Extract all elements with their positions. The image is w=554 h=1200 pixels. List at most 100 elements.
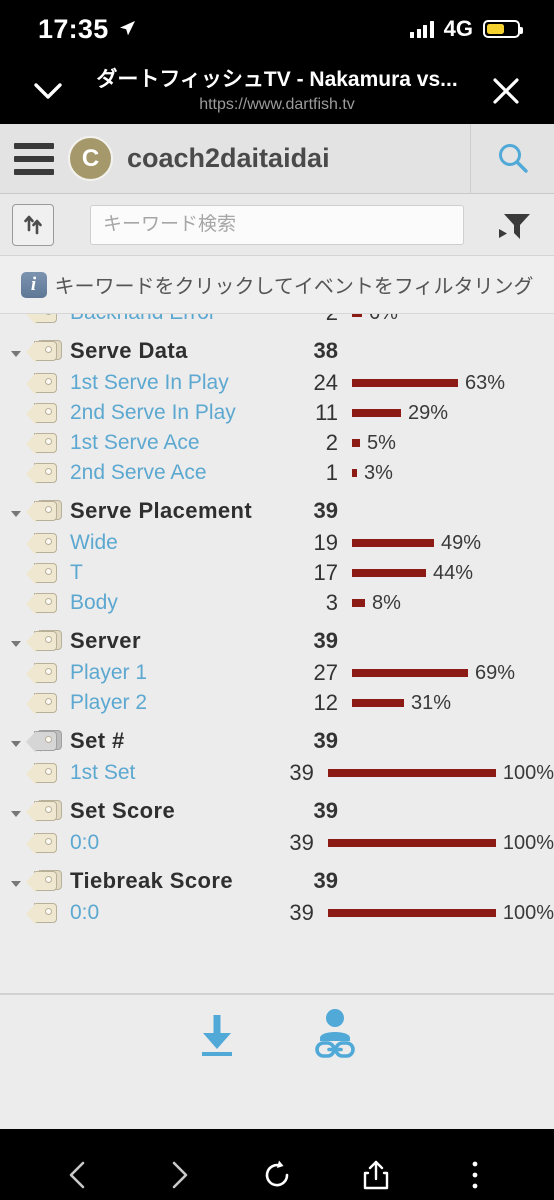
stat-item-row[interactable]: T 17 44%	[0, 558, 554, 588]
item-label[interactable]: 0:0	[70, 901, 248, 925]
stat-item-row[interactable]: 2nd Serve Ace 1 3%	[0, 458, 554, 488]
search-icon[interactable]	[470, 123, 554, 194]
stat-group-row[interactable]: Server 39	[0, 624, 554, 658]
tag-icon	[26, 761, 62, 785]
tag-icon	[26, 431, 62, 455]
bar-cell: 49%	[352, 532, 554, 555]
item-label[interactable]: Player 1	[70, 661, 272, 685]
group-label: Set Score	[70, 798, 176, 823]
tag-icon	[26, 314, 62, 325]
clock-label: 17:35	[38, 13, 109, 44]
item-label[interactable]: 2nd Serve In Play	[70, 401, 272, 425]
tag-icon	[26, 339, 62, 363]
filter-funnel-icon[interactable]	[488, 203, 542, 247]
stat-item-row[interactable]: 0:0 39 100%	[0, 898, 554, 928]
item-label[interactable]: 1st Serve In Play	[70, 371, 272, 395]
item-count: 39	[289, 830, 314, 855]
stat-group-row[interactable]: Serve Placement 39	[0, 494, 554, 528]
chevron-down-icon[interactable]	[26, 69, 70, 113]
stat-item-row[interactable]: Player 1 27 69%	[0, 658, 554, 688]
group-label: Tiebreak Score	[70, 868, 233, 893]
group-count: 38	[313, 338, 338, 363]
share-icon[interactable]	[326, 1147, 425, 1200]
app-bar: C coach2daitaidai	[0, 123, 554, 194]
stat-group-row[interactable]: Serve Data 38	[0, 334, 554, 368]
bar-cell: 3%	[352, 462, 554, 485]
chevron-right-icon[interactable]	[129, 1147, 228, 1200]
stat-item-row[interactable]: 1st Serve Ace 2 5%	[0, 428, 554, 458]
stat-group-row[interactable]: Tiebreak Score 39	[0, 864, 554, 898]
stat-item-row[interactable]: 1st Set 39 100%	[0, 758, 554, 788]
item-label[interactable]: Player 2	[70, 691, 272, 715]
bar-cell: 100%	[327, 901, 554, 925]
tag-icon	[26, 691, 62, 715]
stats-scroll-area[interactable]: Backhand Error26% Serve Data38 1st Serve I…	[0, 314, 554, 994]
item-count: 19	[313, 530, 338, 555]
item-label[interactable]: Wide	[70, 531, 272, 555]
item-label[interactable]: 2nd Serve Ace	[70, 461, 272, 485]
percent-bar	[352, 699, 404, 707]
percent-bar	[352, 409, 401, 417]
cellular-signal-icon	[410, 20, 434, 38]
stat-item-row[interactable]: Backhand Error2 6%	[0, 314, 554, 328]
avatar[interactable]: C	[68, 136, 113, 181]
item-label[interactable]: Body	[70, 591, 272, 615]
item-label[interactable]: 1st Serve Ace	[70, 431, 272, 455]
page-bottom-toolbar	[0, 994, 554, 1079]
bar-cell: 8%	[352, 592, 554, 615]
tag-icon	[26, 531, 62, 555]
search-input-wrapper[interactable]	[90, 204, 464, 245]
filter-bar	[0, 194, 554, 256]
percent-label: 44%	[433, 561, 474, 584]
close-icon[interactable]	[484, 69, 528, 113]
percent-bar	[352, 379, 458, 387]
hamburger-menu-icon[interactable]	[0, 142, 64, 175]
item-label[interactable]: 0:0	[70, 831, 248, 855]
percent-label: 5%	[367, 431, 396, 454]
tag-icon	[26, 401, 62, 425]
stat-item-row[interactable]: Body 3 8%	[0, 588, 554, 618]
item-label[interactable]: 1st Set	[70, 761, 248, 785]
group-count: 39	[313, 798, 338, 823]
stat-item-row[interactable]: Player 2 12 31%	[0, 688, 554, 718]
percent-label: 100%	[502, 901, 554, 924]
item-label[interactable]: T	[70, 561, 272, 585]
percent-label: 3%	[364, 461, 393, 484]
stat-group-row[interactable]: Set # 39	[0, 724, 554, 758]
info-icon: i	[20, 271, 47, 298]
share-user-link-icon[interactable]	[307, 1007, 363, 1068]
chevron-left-icon[interactable]	[30, 1147, 129, 1200]
bar-cell: 29%	[352, 402, 554, 425]
battery-icon	[483, 20, 523, 38]
more-vertical-icon[interactable]	[425, 1147, 524, 1200]
item-count: 39	[289, 900, 314, 925]
stat-item-row[interactable]: 0:0 39 100%	[0, 828, 554, 858]
percent-bar	[352, 599, 365, 607]
group-count: 39	[313, 868, 338, 893]
item-label[interactable]: Backhand Error	[70, 314, 272, 325]
search-input[interactable]	[103, 213, 451, 236]
stat-item-row[interactable]: 1st Serve In Play 24 63%	[0, 368, 554, 398]
stat-group-row[interactable]: Set Score 39	[0, 794, 554, 828]
group-count: 39	[313, 728, 338, 753]
item-count: 11	[315, 400, 338, 425]
item-count: 24	[313, 370, 338, 395]
sort-arrows-icon[interactable]	[12, 203, 54, 246]
group-label: Server	[70, 628, 141, 653]
hint-bar: i キーワードをクリックしてイベントをフィルタリング	[0, 256, 554, 314]
reload-icon[interactable]	[228, 1147, 327, 1200]
stats-list: Backhand Error26% Serve Data38 1st Serve I…	[0, 314, 554, 928]
safari-toolbar	[0, 1129, 554, 1200]
percent-bar	[352, 569, 426, 577]
download-icon[interactable]	[191, 1009, 243, 1066]
tag-icon	[26, 499, 62, 523]
percent-bar	[352, 539, 434, 547]
percent-label: 29%	[408, 401, 449, 424]
stat-item-row[interactable]: 2nd Serve In Play 11 29%	[0, 398, 554, 428]
percent-bar	[352, 469, 357, 477]
item-count: 2	[325, 430, 338, 455]
stat-item-row[interactable]: Wide 19 49%	[0, 528, 554, 558]
percent-label: 49%	[441, 531, 482, 554]
tag-icon	[26, 461, 62, 485]
percent-label: 31%	[411, 691, 452, 714]
